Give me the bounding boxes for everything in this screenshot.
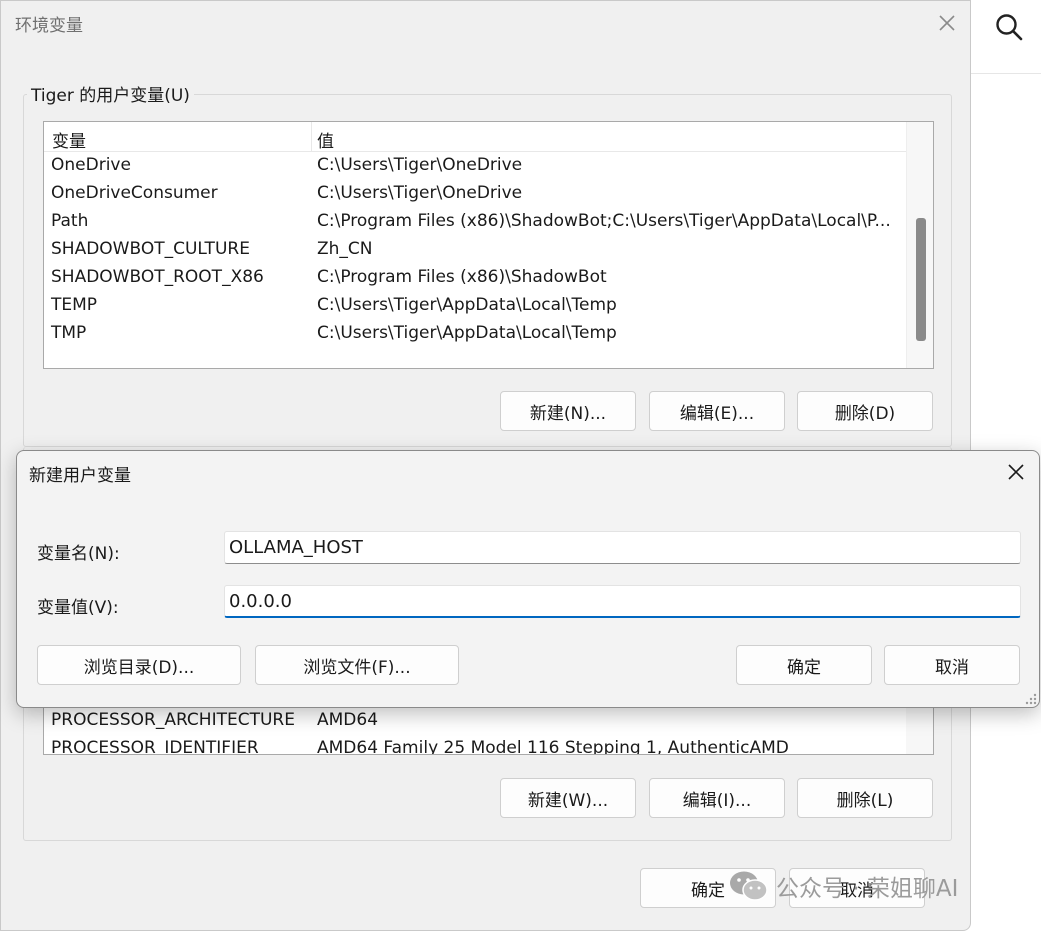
user-variables-group-label: Tiger 的用户变量(U) — [27, 81, 194, 106]
variable-name: OneDriveConsumer — [51, 183, 218, 203]
variable-name-input[interactable] — [224, 531, 1021, 564]
table-row[interactable]: OneDriveConsumer C:\Users\Tiger\OneDrive — [44, 181, 906, 209]
search-icon[interactable] — [994, 12, 1024, 42]
system-edit-button[interactable]: 编辑(I)... — [649, 778, 785, 818]
table-row[interactable]: TMP C:\Users\Tiger\AppData\Local\Temp — [44, 321, 906, 349]
ok-button[interactable]: 确定 — [736, 645, 872, 685]
dialog-title: 新建用户变量 — [29, 466, 131, 486]
variable-name-label: 变量名(N): — [37, 544, 120, 564]
close-icon[interactable] — [933, 9, 961, 37]
variable-name: SHADOWBOT_ROOT_X86 — [51, 267, 264, 287]
system-new-button[interactable]: 新建(W)... — [500, 778, 636, 818]
resize-grip-icon[interactable] — [1024, 692, 1038, 706]
table-row[interactable]: SHADOWBOT_ROOT_X86 C:\Program Files (x86… — [44, 265, 906, 293]
dialog-titlebar[interactable]: 新建用户变量 — [17, 451, 1039, 493]
column-divider[interactable] — [311, 122, 312, 152]
dialog-title: 环境变量 — [15, 16, 83, 36]
variable-name: PROCESSOR_ARCHITECTURE — [51, 710, 295, 730]
variable-name: PROCESSOR_IDENTIFIER — [51, 738, 259, 755]
variable-value: C:\Users\Tiger\OneDrive — [317, 155, 523, 175]
table-row[interactable]: OneDrive C:\Users\Tiger\OneDrive — [44, 153, 906, 181]
table-row[interactable]: SHADOWBOT_CULTURE Zh_CN — [44, 237, 906, 265]
scrollbar-thumb[interactable] — [916, 218, 926, 341]
cancel-button[interactable]: 取消 — [884, 645, 1020, 685]
list-header: 变量 值 — [44, 122, 906, 152]
variable-value: C:\Users\Tiger\AppData\Local\Temp — [317, 323, 617, 343]
variable-value-input[interactable] — [224, 585, 1021, 618]
table-row[interactable]: Path C:\Program Files (x86)\ShadowBot;C:… — [44, 209, 906, 237]
user-new-button[interactable]: 新建(N)... — [500, 391, 636, 431]
variable-name: TMP — [51, 323, 87, 343]
variable-name: SHADOWBOT_CULTURE — [51, 239, 250, 259]
user-variables-list[interactable]: 变量 值 OneDrive C:\Users\Tiger\OneDrive On… — [43, 121, 934, 369]
variable-value: AMD64 — [317, 710, 379, 730]
table-row[interactable]: PROCESSOR_IDENTIFIER AMD64 Family 25 Mod… — [44, 736, 906, 755]
watermark-text: 公众号 · 荣姐聊AI — [776, 876, 959, 902]
table-row[interactable]: PROCESSOR_ARCHITECTURE AMD64 — [44, 708, 906, 736]
user-delete-button[interactable]: 删除(D) — [797, 391, 933, 431]
scrollbar[interactable] — [906, 122, 933, 368]
variable-name: Path — [51, 211, 89, 231]
variable-value: AMD64 Family 25 Model 116 Stepping 1, Au… — [317, 738, 789, 755]
table-row[interactable]: TEMP C:\Users\Tiger\AppData\Local\Temp — [44, 293, 906, 321]
variable-value-label: 变量值(V): — [37, 598, 119, 618]
variable-value: Zh_CN — [317, 239, 373, 259]
close-icon[interactable] — [1003, 459, 1029, 485]
wechat-logo-icon — [730, 871, 768, 901]
watermark: 公众号 · 荣姐聊AI — [728, 866, 958, 906]
variable-value: C:\Users\Tiger\OneDrive — [317, 183, 523, 203]
variable-value: C:\Users\Tiger\AppData\Local\Temp — [317, 295, 617, 315]
column-header-variable[interactable]: 变量 — [52, 127, 86, 152]
browse-file-button[interactable]: 浏览文件(F)... — [255, 645, 459, 685]
system-delete-button[interactable]: 删除(L) — [797, 778, 933, 818]
variable-name: TEMP — [51, 295, 98, 315]
new-user-variable-dialog: 新建用户变量 变量名(N): 变量值(V): 浏览目录(D)... 浏览文件(F… — [16, 450, 1040, 708]
browse-directory-button[interactable]: 浏览目录(D)... — [37, 645, 241, 685]
variable-value: C:\Program Files (x86)\ShadowBot — [317, 267, 607, 287]
column-header-value[interactable]: 值 — [317, 127, 334, 152]
variable-value: C:\Program Files (x86)\ShadowBot;C:\User… — [317, 211, 891, 231]
user-edit-button[interactable]: 编辑(E)... — [649, 391, 785, 431]
variable-name: OneDrive — [51, 155, 131, 175]
